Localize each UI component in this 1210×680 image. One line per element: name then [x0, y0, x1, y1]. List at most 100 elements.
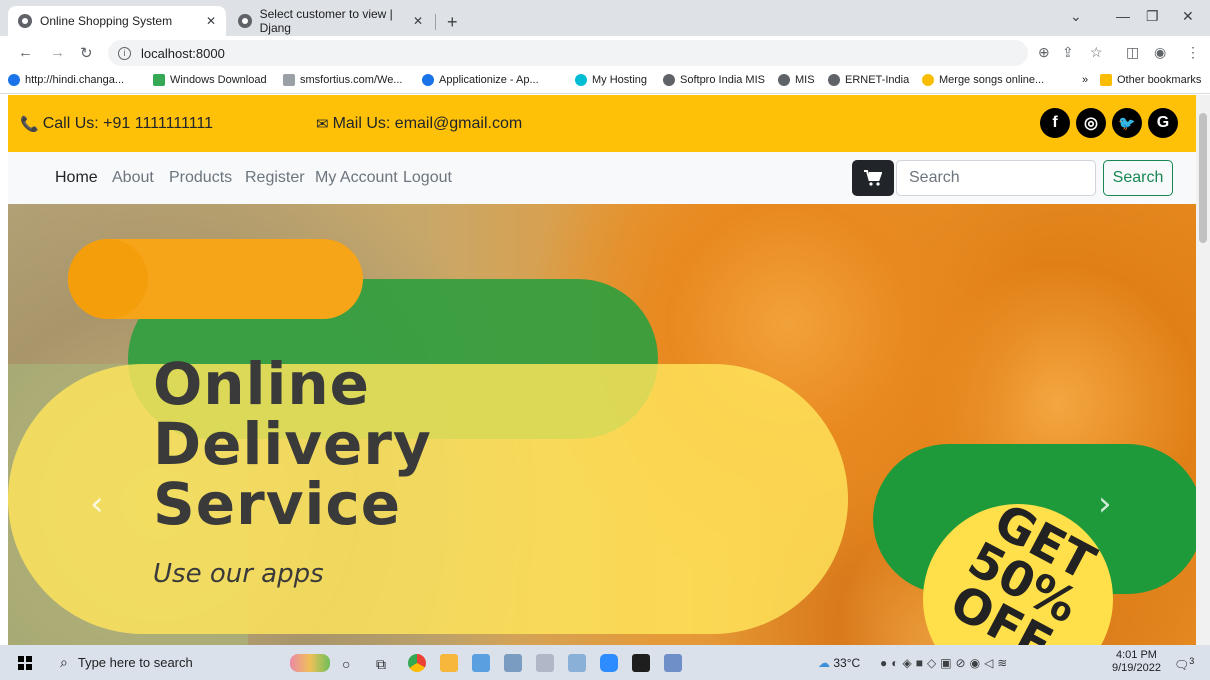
shopping-cart-icon [864, 170, 882, 186]
app-icon[interactable] [568, 654, 586, 672]
notification-center[interactable]: 🗨3 [1174, 656, 1194, 672]
tab-select-customer[interactable]: Select customer to view | Djang ✕ [228, 6, 433, 36]
globe-icon [18, 14, 32, 28]
web-page: 📞 Call Us: +91 1111111111 ✉ Mail Us: ema… [8, 95, 1196, 645]
mail-us: ✉ Mail Us: email@gmail.com [316, 115, 523, 133]
bookmarks-bar: http://hindi.changa... Windows Download … [0, 68, 1210, 94]
bookmark-favicon-icon [575, 74, 587, 86]
menu-icon[interactable]: ⋮ [1186, 44, 1200, 61]
site-navbar: Home About Products Register My Account … [8, 152, 1196, 204]
hero-carousel: Online Delivery Service Use our apps GET… [8, 204, 1196, 645]
carousel-prev-button[interactable]: ‹ [90, 484, 104, 524]
bookmark-item[interactable]: http://hindi.changa... [8, 74, 124, 86]
notification-icon: 🗨 [1174, 658, 1190, 672]
envelope-icon: ✉ [316, 116, 329, 133]
info-icon[interactable]: i [118, 46, 131, 60]
search-input[interactable] [896, 160, 1096, 196]
forward-button[interactable]: → [50, 44, 65, 61]
bookmark-item[interactable]: Windows Download [153, 74, 267, 86]
tab-online-shopping[interactable]: Online Shopping System ✕ [8, 6, 226, 36]
nav-home[interactable]: Home [55, 169, 98, 187]
taskbar-clock[interactable]: 4:01 PM 9/19/2022 [1112, 649, 1161, 675]
zoom-app-icon[interactable] [600, 654, 618, 672]
folder-icon [1100, 74, 1112, 86]
google-icon[interactable]: G [1148, 108, 1178, 138]
bookmark-favicon-icon [663, 74, 675, 86]
app-icon[interactable] [664, 654, 682, 672]
system-tray-icons[interactable]: ●◐◈■◇▣⊘◉◁≋ [880, 656, 1011, 670]
chevron-down-icon[interactable]: ⌄ [1070, 8, 1082, 25]
search-button[interactable]: Search [1103, 160, 1173, 196]
pycharm-icon[interactable] [632, 654, 650, 672]
file-explorer-icon[interactable] [440, 654, 458, 672]
back-button[interactable]: ← [18, 44, 33, 61]
phone-icon: 📞 [20, 116, 39, 133]
windows-taskbar: ⌕ Type here to search ○ ⧉ ☁ 33°C ●◐◈■◇▣⊘… [0, 645, 1210, 680]
restore-button[interactable]: ❐ [1146, 8, 1159, 25]
bookmark-favicon-icon [8, 74, 20, 86]
bookmark-item[interactable]: MIS [778, 74, 815, 86]
bookmark-favicon-icon [778, 74, 790, 86]
bookmark-item[interactable]: Merge songs online... [922, 74, 1044, 86]
twitter-icon[interactable]: 🐦 [1112, 108, 1142, 138]
bookmark-item[interactable]: My Hosting [575, 74, 647, 86]
app-icon[interactable] [536, 654, 554, 672]
reload-button[interactable]: ↻ [80, 44, 93, 62]
bookmark-item[interactable]: Softpro India MIS [663, 74, 765, 86]
close-icon[interactable]: ✕ [206, 14, 216, 28]
windows-start-icon[interactable] [18, 656, 32, 670]
facebook-icon[interactable]: f [1040, 108, 1070, 138]
bookmark-favicon-icon [828, 74, 840, 86]
weather-widget[interactable]: ☁ 33°C [818, 656, 860, 670]
url-field[interactable]: i localhost:8000 [108, 40, 1028, 66]
zoom-icon[interactable]: ⊕ [1038, 44, 1050, 61]
hero-subtitle: Use our apps [153, 559, 324, 589]
task-view-icon[interactable]: ⧉ [376, 656, 386, 673]
profile-icon[interactable]: ◉ [1154, 44, 1166, 61]
browser-tab-bar: Online Shopping System ✕ Select customer… [0, 0, 1210, 36]
page-scrollbar[interactable] [1196, 95, 1210, 645]
app-icon[interactable] [504, 654, 522, 672]
other-bookmarks[interactable]: Other bookmarks [1100, 74, 1201, 86]
bookmarks-overflow-button[interactable]: » [1082, 74, 1088, 86]
bookmark-item[interactable]: ERNET-India [828, 74, 909, 86]
app-icon[interactable] [472, 654, 490, 672]
close-icon[interactable]: ✕ [413, 14, 423, 28]
url-text: localhost:8000 [141, 45, 225, 61]
taskbar-search[interactable]: ⌕ Type here to search [50, 647, 280, 678]
window-close-button[interactable]: ✕ [1182, 8, 1194, 25]
share-icon[interactable]: ⇪ [1062, 44, 1074, 61]
cart-button[interactable] [852, 160, 894, 196]
search-icon: ⌕ [60, 654, 68, 670]
tab-divider [435, 14, 436, 30]
weather-icon: ☁ [818, 656, 830, 670]
nav-register[interactable]: Register [245, 169, 305, 187]
tab-title: Select customer to view | Djang [259, 7, 393, 35]
bookmark-favicon-icon [153, 74, 165, 86]
bookmark-favicon-icon [283, 74, 295, 86]
nav-products[interactable]: Products [169, 169, 232, 187]
nav-my-account[interactable]: My Account [315, 169, 398, 187]
bookmark-item[interactable]: Applicationize - Ap... [422, 74, 539, 86]
contact-bar: 📞 Call Us: +91 1111111111 ✉ Mail Us: ema… [8, 95, 1196, 152]
bookmark-item[interactable]: smsfortius.com/We... [283, 74, 402, 86]
nav-about[interactable]: About [112, 169, 154, 187]
instagram-icon[interactable]: ◎ [1076, 108, 1106, 138]
side-panel-icon[interactable]: ◫ [1126, 44, 1139, 61]
bookmark-favicon-icon [922, 74, 934, 86]
chrome-icon[interactable] [408, 654, 426, 672]
new-tab-button[interactable]: + [447, 12, 458, 33]
flower-decoration-icon [290, 654, 330, 672]
carousel-next-button[interactable]: › [1098, 484, 1112, 524]
nav-logout[interactable]: Logout [403, 169, 452, 187]
notification-count: 3 [1189, 656, 1195, 666]
scrollbar-thumb[interactable] [1199, 113, 1207, 243]
bookmark-star-icon[interactable]: ☆ [1090, 44, 1103, 61]
tab-title: Online Shopping System [40, 14, 173, 28]
bookmark-favicon-icon [422, 74, 434, 86]
minimize-button[interactable]: — [1116, 8, 1130, 24]
hero-title: Online Delivery Service [153, 350, 432, 538]
globe-icon [238, 14, 252, 28]
cortana-icon[interactable]: ○ [342, 656, 350, 672]
call-us: 📞 Call Us: +91 1111111111 [20, 115, 214, 133]
